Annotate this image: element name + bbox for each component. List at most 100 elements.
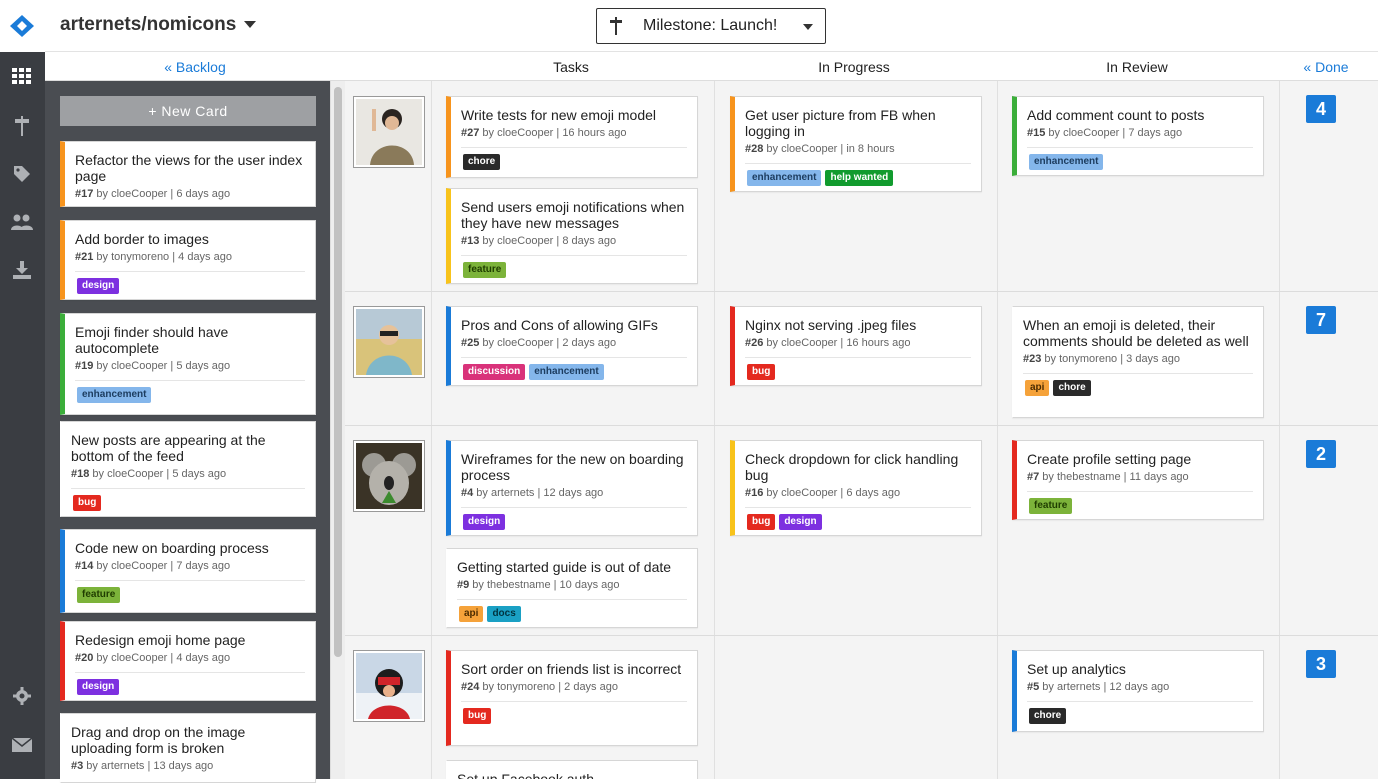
label-bug[interactable]: bug [73, 495, 102, 511]
issue-card[interactable]: Get user picture from FB when logging in… [730, 96, 982, 192]
label-list: enhancement help wanted [747, 170, 971, 186]
avatar[interactable] [353, 650, 425, 722]
settings-gear-icon[interactable] [10, 684, 34, 708]
board-grid-icon[interactable] [10, 64, 34, 88]
label-bug[interactable]: bug [747, 364, 776, 380]
label-enhancement[interactable]: enhancement [1029, 154, 1104, 170]
label-chore[interactable]: chore [1029, 708, 1067, 724]
column-tasks: Tasks [553, 59, 589, 75]
label-feature[interactable]: feature [1029, 498, 1073, 514]
logo-icon[interactable] [0, 0, 45, 52]
label-list: chore [463, 154, 687, 170]
card-title: Refactor the views for the user index pa… [75, 152, 303, 184]
issue-card[interactable]: Drag and drop on the image uploading for… [60, 713, 316, 783]
issue-card[interactable]: Add comment count to posts #15 by cloeCoo… [1012, 96, 1264, 176]
card-title: Add comment count to posts [1027, 107, 1205, 123]
label-chore[interactable]: chore [463, 154, 501, 170]
label-enhancement[interactable]: enhancement [529, 364, 604, 380]
divider [75, 380, 305, 381]
label-list: bug [73, 495, 305, 511]
card-meta: #25 by cloeCooper | 2 days ago [461, 337, 687, 349]
issue-card[interactable]: Code new on boarding process #14 by cloeC… [60, 529, 316, 613]
issue-card[interactable]: Redesign emoji home page #20 by cloeCoope… [60, 621, 316, 701]
chevron-down-icon [244, 21, 257, 29]
scrollbar-thumb[interactable] [334, 87, 342, 657]
label-design[interactable]: design [779, 514, 822, 530]
label-list: design [77, 278, 305, 294]
label-bug[interactable]: bug [463, 708, 492, 724]
card-title: Wireframes for the new on boarding proce… [461, 451, 684, 483]
label-feature[interactable]: feature [77, 587, 121, 603]
issue-number: #24 [461, 681, 480, 693]
label-docs[interactable]: docs [487, 606, 521, 622]
label-help-wanted[interactable]: help wanted [825, 170, 894, 186]
card-meta: #17 by cloeCooper | 6 days ago [75, 188, 305, 200]
label-design[interactable]: design [77, 278, 120, 294]
row-count-badge: 3 [1306, 650, 1336, 678]
issue-card[interactable]: Write tests for new emoji model #27 by cl… [446, 96, 698, 178]
issue-card[interactable]: Nginx not serving .jpeg files #26 by cloe… [730, 306, 982, 386]
label-list: api docs [459, 606, 687, 622]
issue-card[interactable]: Wireframes for the new on boarding proce… [446, 440, 698, 536]
issue-card[interactable]: Emoji finder should have autocomplete #19… [60, 313, 316, 415]
divider [461, 147, 687, 148]
issue-number: #14 [75, 560, 94, 572]
avatar[interactable] [353, 306, 425, 378]
repo-selector[interactable]: arternets/nomicons [60, 14, 257, 36]
card-meta: #15 by cloeCooper | 7 days ago [1027, 127, 1253, 139]
backlog-toggle[interactable]: « Backlog [145, 59, 245, 75]
card-title: When an emoji is deleted, their comments… [1023, 317, 1249, 349]
label-list: bug [463, 708, 687, 724]
issue-card[interactable]: Getting started guide is out of date #9 b… [446, 548, 698, 628]
divider [75, 580, 305, 581]
scrollbar[interactable] [330, 81, 345, 779]
card-meta: #28 by cloeCooper | in 8 hours [745, 143, 971, 155]
issue-card[interactable]: Pros and Cons of allowing GIFs #25 by clo… [446, 306, 698, 386]
label-enhancement[interactable]: enhancement [747, 170, 822, 186]
issue-card[interactable]: Add border to images #21 by tonymoreno | … [60, 220, 316, 300]
issue-card[interactable]: Set up Facebook auth [446, 760, 698, 779]
tag-icon[interactable] [10, 162, 34, 186]
label-enhancement[interactable]: enhancement [77, 387, 152, 403]
row-count-badge: 4 [1306, 95, 1336, 123]
label-list: feature [77, 587, 305, 603]
label-api[interactable]: api [1025, 380, 1050, 396]
issue-card[interactable]: When an emoji is deleted, their comments… [1012, 306, 1264, 418]
issue-card[interactable]: Set up analytics #5 by arternets | 12 day… [1012, 650, 1264, 732]
card-author-time: by cloeCooper | 2 days ago [479, 337, 617, 349]
card-meta: #18 by cloeCooper | 5 days ago [71, 468, 305, 480]
card-author-time: by cloeCooper | 8 days ago [479, 235, 617, 247]
issue-card[interactable]: Sort order on friends list is incorrect #… [446, 650, 698, 746]
card-meta: #13 by cloeCooper | 8 days ago [461, 235, 687, 247]
issue-number: #16 [745, 487, 764, 499]
label-chore[interactable]: chore [1053, 380, 1091, 396]
issue-card[interactable]: Refactor the views for the user index pa… [60, 141, 316, 207]
label-discussion[interactable]: discussion [463, 364, 526, 380]
issue-number: #21 [75, 251, 94, 263]
label-api[interactable]: api [459, 606, 484, 622]
issue-card[interactable]: Create profile setting page #7 by thebest… [1012, 440, 1264, 520]
card-author-time: by cloeCooper | 7 days ago [1045, 127, 1183, 139]
new-card-button[interactable]: + New Card [60, 96, 316, 126]
download-icon[interactable] [10, 258, 34, 282]
avatar[interactable] [353, 96, 425, 168]
card-meta: #5 by arternets | 12 days ago [1027, 681, 1253, 693]
column-headers: « Backlog Tasks In Progress In Review « … [45, 53, 1378, 81]
done-toggle[interactable]: « Done [1281, 59, 1371, 75]
card-author-time: by arternets | 12 days ago [1039, 681, 1170, 693]
divider [75, 271, 305, 272]
issue-card[interactable]: Check dropdown for click handling bug #16… [730, 440, 982, 536]
issue-card[interactable]: New posts are appearing at the bottom of… [60, 421, 316, 517]
card-author-time: by tonymoreno | 4 days ago [93, 251, 232, 263]
signpost-icon[interactable] [10, 114, 34, 138]
issue-card[interactable]: Send users emoji notifications when they… [446, 188, 698, 284]
avatar[interactable] [353, 440, 425, 512]
label-feature[interactable]: feature [463, 262, 507, 278]
milestone-dropdown[interactable]: Milestone: Launch! [596, 8, 826, 44]
card-title: New posts are appearing at the bottom of… [71, 432, 266, 464]
label-design[interactable]: design [77, 679, 120, 695]
mail-icon[interactable] [10, 733, 34, 757]
team-icon[interactable] [10, 210, 34, 234]
label-design[interactable]: design [463, 514, 506, 530]
label-bug[interactable]: bug [747, 514, 776, 530]
